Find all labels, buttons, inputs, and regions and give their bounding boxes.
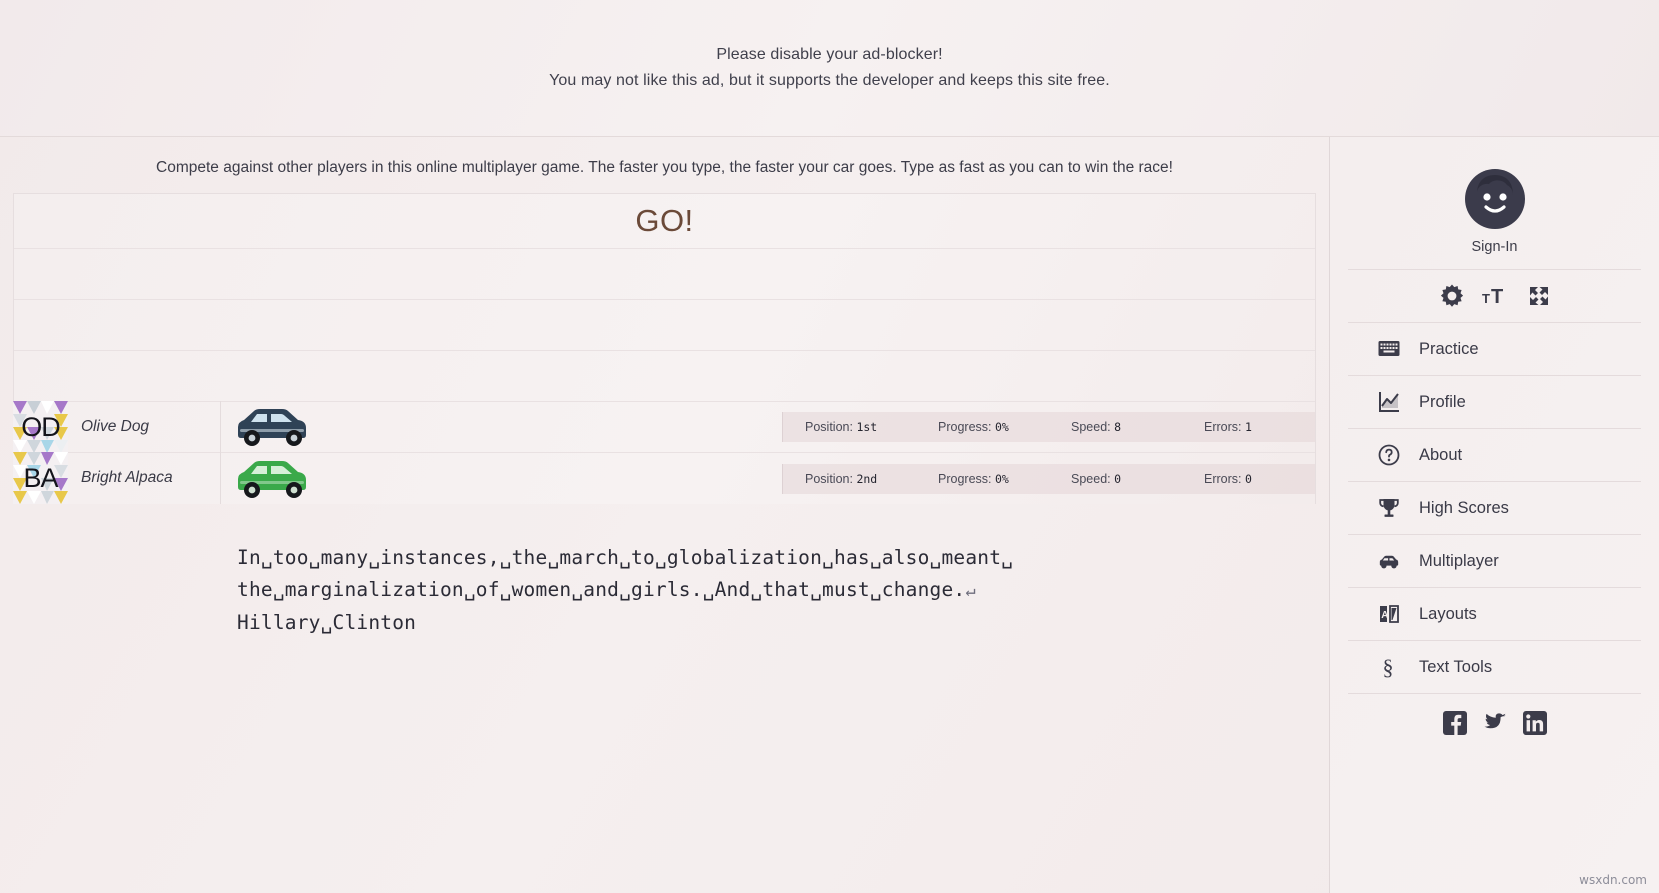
layouts-icon: A: [1378, 603, 1400, 625]
car-icon: [1378, 550, 1400, 572]
trophy-icon: [1378, 497, 1400, 519]
avatar-initials: OD: [21, 411, 60, 442]
sidebar-item-high-scores[interactable]: High Scores: [1330, 482, 1659, 534]
sidebar-item-label: Text Tools: [1419, 657, 1493, 676]
player-name: Bright Alpaca: [81, 469, 173, 486]
avatar-initials: BA: [23, 462, 58, 493]
stat-position-value: 1st: [856, 420, 878, 434]
sidebar-item-label: Layouts: [1419, 604, 1477, 623]
ad-banner: Please disable your ad-blocker! You may …: [0, 0, 1659, 137]
watermark: wsxdn.com: [1579, 873, 1647, 887]
stat-position: Position: 1st: [783, 420, 916, 434]
player-lane: OD Olive Dog Position: 1st Progress: 0% …: [13, 401, 1315, 453]
stat-progress: Progress: 0%: [916, 420, 1049, 434]
stat-position: Position: 2nd: [783, 472, 916, 486]
player-name: Olive Dog: [81, 418, 150, 435]
ad-headline: Please disable your ad-blocker!: [716, 46, 943, 63]
svg-text:A: A: [1381, 610, 1388, 621]
stat-errors: Errors: 1: [1182, 420, 1315, 434]
stat-speed: Speed: 8: [1049, 420, 1182, 434]
track-row-empty-1: [14, 249, 1315, 300]
ad-subtext: You may not like this ad, but it support…: [549, 72, 1110, 89]
return-symbol-icon: ↵: [965, 581, 976, 601]
stat-errors-value: 0: [1244, 471, 1252, 486]
stat-speed-label: Speed:: [1071, 420, 1111, 434]
svg-text:T: T: [1482, 291, 1490, 306]
facebook-icon[interactable]: [1442, 711, 1467, 735]
sidebar-item-label: High Scores: [1419, 498, 1509, 517]
linkedin-icon[interactable]: [1522, 711, 1547, 735]
section-sign-icon: §: [1378, 655, 1400, 679]
sidebar-item-profile[interactable]: Profile: [1330, 376, 1659, 428]
game-intro-text: Compete against other players in this on…: [156, 159, 1173, 176]
sidebar-item-label: Profile: [1419, 392, 1466, 411]
sidebar-item-layouts[interactable]: A Layouts: [1330, 588, 1659, 640]
stat-speed-label: Speed:: [1071, 471, 1111, 486]
stat-speed-value: 0: [1114, 471, 1122, 486]
stat-position-value: 2nd: [856, 471, 878, 486]
stat-progress-value: 0%: [994, 420, 1009, 434]
typing-line: the␣marginalization␣of␣women␣and␣girls.␣…: [237, 574, 1329, 607]
sidebar-item-label: Multiplayer: [1419, 551, 1499, 570]
stat-speed: Speed: 0: [1049, 472, 1182, 486]
stat-position-label: Position:: [805, 420, 853, 434]
player-stats: Position: 1st Progress: 0% Speed: 8 Erro…: [782, 412, 1315, 442]
stat-progress-label: Progress:: [938, 420, 992, 434]
text-size-icon[interactable]: T T: [1482, 284, 1510, 308]
avatar: BA: [13, 452, 68, 504]
sidebar-item-practice[interactable]: Practice: [1330, 323, 1659, 375]
stat-progress: Progress: 0%: [916, 472, 1049, 486]
race-panel: GO! OD Olive Dog Position: 1st Progress:…: [13, 193, 1316, 504]
stat-errors-label: Errors:: [1204, 420, 1242, 434]
stat-speed-value: 8: [1114, 420, 1122, 434]
question-circle-icon: [1378, 444, 1400, 466]
main-content: Compete against other players in this on…: [0, 137, 1329, 893]
stat-errors-value: 1: [1244, 420, 1252, 434]
countdown-banner: GO!: [14, 194, 1315, 249]
player-cell[interactable]: BA Bright Alpaca: [13, 452, 221, 504]
chart-line-icon: [1378, 391, 1400, 413]
sidebar-item-label: Practice: [1419, 339, 1479, 358]
social-links: [1330, 694, 1659, 752]
typing-text-area[interactable]: In␣too␣many␣instances,␣the␣march␣to␣glob…: [0, 504, 1329, 639]
countdown-text: GO!: [635, 203, 694, 238]
sidebar-item-about[interactable]: About: [1330, 429, 1659, 481]
typing-line: Hillary␣Clinton: [237, 611, 417, 634]
sidebar-item-multiplayer[interactable]: Multiplayer: [1330, 535, 1659, 587]
stat-progress-label: Progress:: [938, 471, 992, 486]
car-icon: [238, 460, 306, 498]
track-row-empty-3: [14, 351, 1315, 402]
player-lane: BA Bright Alpaca Position: 2nd Progress:…: [13, 452, 1315, 504]
svg-text:§: §: [1383, 655, 1394, 679]
page-body: Compete against other players in this on…: [0, 137, 1659, 893]
stat-errors-label: Errors:: [1204, 471, 1242, 486]
sidebar-tool-icons: T T: [1330, 270, 1659, 322]
player-stats: Position: 2nd Progress: 0% Speed: 0 Erro…: [782, 463, 1315, 494]
stat-errors: Errors: 0: [1182, 472, 1315, 486]
user-avatar-icon[interactable]: [1463, 167, 1527, 231]
avatar: OD: [13, 401, 68, 453]
twitter-icon[interactable]: [1483, 711, 1507, 735]
sidebar-item-text-tools[interactable]: § Text Tools: [1330, 641, 1659, 693]
typing-line: In␣too␣many␣instances,␣the␣march␣to␣glob…: [237, 546, 1014, 569]
keyboard-icon: [1378, 338, 1400, 360]
track-row-empty-2: [14, 300, 1315, 351]
typing-line-text: the␣marginalization␣of␣women␣and␣girls.␣…: [237, 578, 966, 601]
sidebar-item-label: About: [1419, 445, 1463, 464]
sign-in-block[interactable]: Sign-In: [1330, 137, 1659, 269]
car-icon: [238, 409, 306, 446]
player-cell[interactable]: OD Olive Dog: [13, 401, 221, 453]
stat-progress-value: 0%: [994, 471, 1009, 486]
sidebar: Sign-In T T Practice Profile About High …: [1329, 137, 1659, 893]
svg-text:T: T: [1491, 286, 1503, 308]
fullscreen-icon[interactable]: [1527, 284, 1551, 308]
gear-icon[interactable]: [1439, 283, 1465, 309]
sign-in-label: Sign-In: [1471, 239, 1518, 255]
stat-position-label: Position:: [805, 471, 853, 486]
